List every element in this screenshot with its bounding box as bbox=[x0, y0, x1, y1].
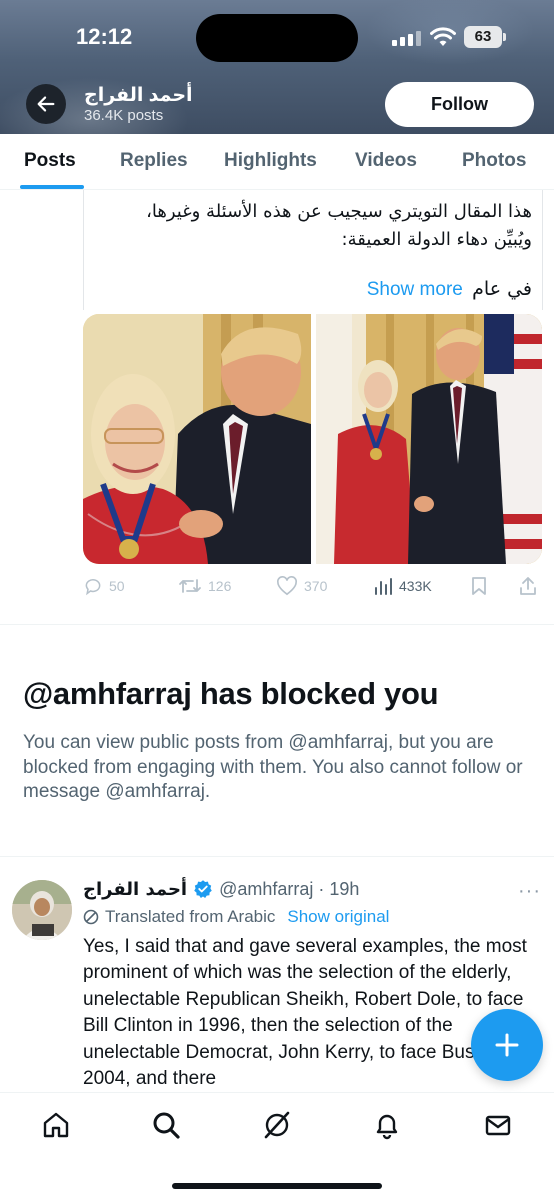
like-count: 370 bbox=[304, 578, 328, 594]
bell-icon bbox=[376, 1114, 398, 1140]
post-text: Yes, I said that and gave several exampl… bbox=[83, 936, 531, 1090]
repost-icon bbox=[179, 579, 201, 593]
bookmark-button[interactable] bbox=[470, 576, 488, 596]
grok-icon bbox=[264, 1111, 290, 1139]
views-chart-icon bbox=[375, 578, 392, 595]
translate-icon bbox=[83, 909, 99, 925]
home-indicator bbox=[172, 1183, 382, 1189]
repost-count: 126 bbox=[208, 578, 232, 594]
post-text-line: في عام bbox=[472, 278, 532, 300]
profile-tabs: Posts Replies Highlights Videos Photos bbox=[0, 134, 554, 190]
divider bbox=[0, 856, 554, 857]
blocked-message: You can view public posts from @amhfarra… bbox=[23, 732, 523, 802]
author-handle-time: @amhfarraj · 19h bbox=[219, 878, 360, 899]
mail-icon bbox=[485, 1115, 511, 1136]
battery-nub bbox=[503, 33, 506, 41]
heart-icon bbox=[277, 576, 297, 596]
translation-row: Translated from Arabic Show original bbox=[83, 907, 389, 927]
show-more-row: في عام Show more bbox=[367, 278, 532, 301]
reply-count: 50 bbox=[109, 578, 125, 594]
reply-button[interactable]: 50 bbox=[83, 576, 125, 596]
plus-icon bbox=[495, 1033, 519, 1057]
wifi-icon bbox=[430, 27, 456, 46]
post-text: هذا المقال التويتري سيجيب عن هذه الأسئلة… bbox=[92, 198, 532, 254]
more-options-icon[interactable]: ··· bbox=[518, 880, 541, 903]
medal-ceremony-photo-1 bbox=[83, 314, 311, 564]
divider bbox=[0, 624, 554, 625]
views-count: 433K bbox=[399, 578, 432, 594]
nav-home[interactable] bbox=[40, 1109, 72, 1141]
share-icon bbox=[520, 577, 536, 595]
tab-active-indicator bbox=[20, 185, 84, 189]
profile-name: أحمد الفراج bbox=[84, 85, 193, 106]
dynamic-island bbox=[196, 14, 358, 62]
arrow-left-icon bbox=[37, 96, 55, 112]
post-text-line: ويُبيِّن دهاء الدولة العميقة: bbox=[341, 229, 532, 250]
translated-label: Translated from Arabic bbox=[105, 907, 276, 926]
post-image-right[interactable] bbox=[316, 314, 542, 564]
post-count: 36.4K posts bbox=[84, 107, 164, 124]
signal-icon bbox=[392, 30, 422, 46]
tab-posts[interactable]: Posts bbox=[24, 150, 76, 172]
nav-search[interactable] bbox=[150, 1109, 182, 1141]
nav-grok[interactable] bbox=[261, 1109, 293, 1141]
post-text-line: هذا المقال التويتري سيجيب عن هذه الأسئلة… bbox=[146, 201, 532, 222]
post-action-bar: 50 126 370 433K bbox=[83, 576, 543, 600]
blocked-title: @amhfarraj has blocked you bbox=[23, 676, 439, 711]
search-icon bbox=[153, 1112, 180, 1139]
reply-icon bbox=[85, 579, 101, 596]
author-name[interactable]: أحمد الفراج bbox=[83, 879, 187, 900]
tab-videos[interactable]: Videos bbox=[355, 150, 417, 172]
bookmark-icon bbox=[472, 577, 486, 595]
medal-ceremony-photo-2 bbox=[316, 314, 542, 564]
post-author-row: أحمد الفراج @amhfarraj · 19h bbox=[83, 877, 359, 901]
home-icon bbox=[43, 1112, 69, 1138]
avatar-photo bbox=[12, 880, 72, 940]
like-button[interactable]: 370 bbox=[276, 576, 327, 596]
tab-photos[interactable]: Photos bbox=[462, 150, 526, 172]
tab-highlights[interactable]: Highlights bbox=[224, 150, 317, 172]
verified-badge-icon bbox=[194, 880, 212, 898]
views-button[interactable]: 433K bbox=[373, 576, 432, 596]
show-more-link[interactable]: Show more bbox=[367, 279, 463, 300]
follow-button[interactable]: Follow bbox=[385, 82, 534, 127]
profile-header: 12:12 63 أحمد الفراج 36.4K posts Follow bbox=[0, 0, 554, 134]
nav-messages[interactable] bbox=[482, 1109, 514, 1141]
post-image-left[interactable] bbox=[83, 314, 311, 564]
show-original-link[interactable]: Show original bbox=[287, 907, 389, 927]
tab-replies[interactable]: Replies bbox=[120, 150, 188, 172]
nav-notifications[interactable] bbox=[371, 1109, 403, 1141]
avatar[interactable] bbox=[12, 880, 72, 940]
repost-button[interactable]: 126 bbox=[178, 576, 231, 596]
status-time: 12:12 bbox=[76, 24, 133, 49]
share-button[interactable] bbox=[518, 576, 538, 596]
battery-indicator: 63 bbox=[464, 26, 502, 48]
back-button[interactable] bbox=[26, 84, 66, 124]
compose-button[interactable] bbox=[471, 1009, 543, 1081]
